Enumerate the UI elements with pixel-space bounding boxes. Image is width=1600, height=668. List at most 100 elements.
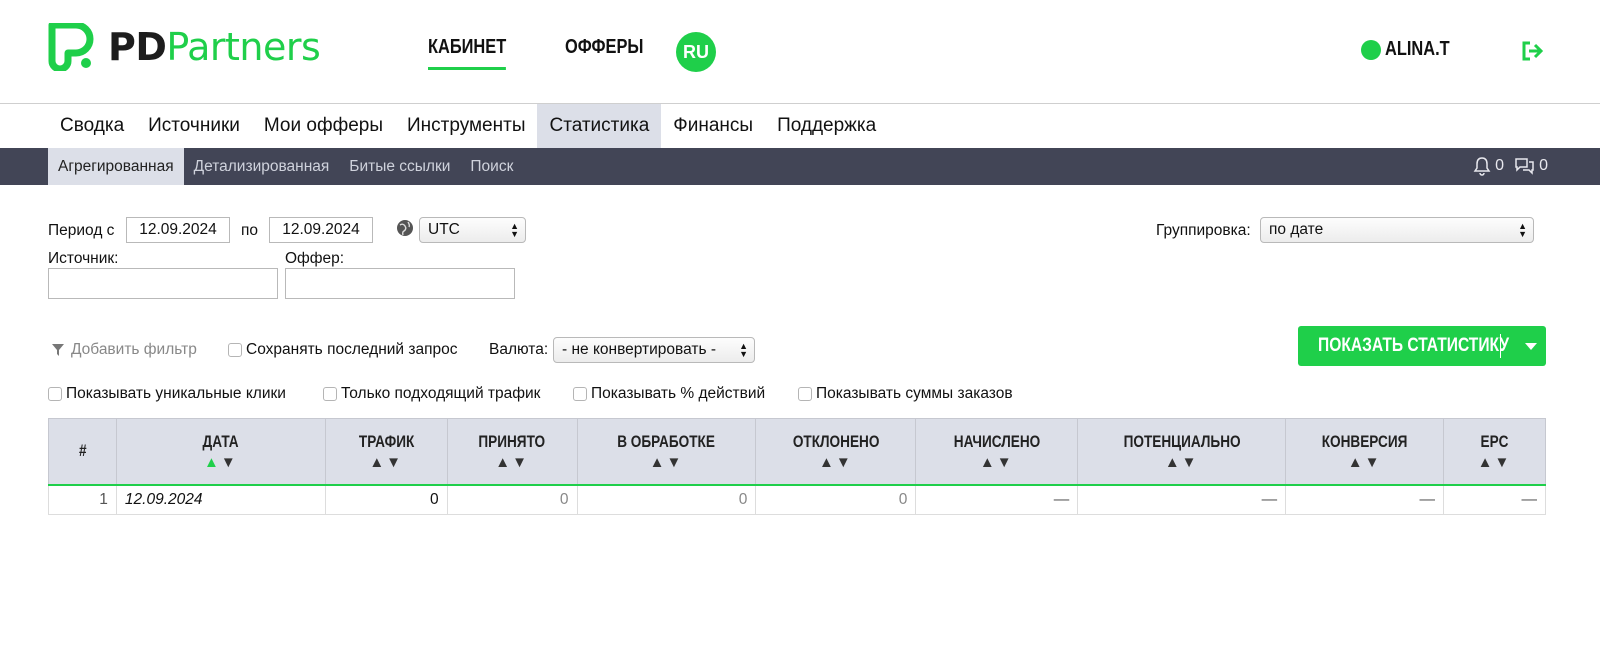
top-header: PDPartners КАБИНЕТ ОФФЕРЫ RU ALINA.T <box>0 0 1600 104</box>
sort-arrows-icon[interactable]: ▲▼ <box>756 454 915 471</box>
top-nav-offers[interactable]: ОФФЕРЫ <box>565 36 643 70</box>
offer-input[interactable] <box>285 268 515 299</box>
sub-nav-broken-links[interactable]: Битые ссылки <box>339 148 460 185</box>
sub-nav-search[interactable]: Поиск <box>460 148 523 185</box>
main-nav-my-offers[interactable]: Мои офферы <box>252 104 395 148</box>
bell-icon <box>1473 157 1491 176</box>
logo[interactable]: PDPartners <box>48 22 321 72</box>
main-nav-tools[interactable]: Инструменты <box>395 104 537 148</box>
source-label: Источник: <box>48 250 119 267</box>
action-percent-label: Показывать % действий <box>591 385 766 402</box>
checkbox-box[interactable] <box>573 387 587 401</box>
column-header-index: # <box>48 418 117 486</box>
main-nav: Сводка Источники Мои офферы Инструменты … <box>48 104 888 148</box>
grouping-select[interactable]: по дате ▲ ▼ <box>1260 217 1534 243</box>
sort-arrows-icon[interactable]: ▲▼ <box>448 454 577 471</box>
timezone-select[interactable]: UTC ▲ ▼ <box>419 217 526 243</box>
source-input[interactable] <box>48 268 278 299</box>
checkbox-box[interactable] <box>48 387 62 401</box>
sort-arrows-icon[interactable]: ▲▼ <box>1444 454 1545 471</box>
main-nav-summary[interactable]: Сводка <box>48 104 136 148</box>
unique-clicks-checkbox[interactable]: Показывать уникальные клики <box>48 385 286 403</box>
sub-nav: Агрегированная Детализированная Битые сс… <box>48 148 523 185</box>
notifications-button[interactable]: 0 <box>1473 156 1504 176</box>
cell-rejected: 0 <box>755 484 917 515</box>
logout-icon[interactable] <box>1520 40 1544 62</box>
currency-label: Валюта: <box>489 341 549 358</box>
sort-arrows-icon[interactable]: ▲▼ <box>578 454 756 471</box>
cell-processing: 0 <box>576 484 757 515</box>
column-header-processing[interactable]: В ОБРАБОТКЕ ▲▼ <box>576 418 757 486</box>
checkbox-box[interactable] <box>228 343 242 357</box>
matching-traffic-label: Только подходящий трафик <box>341 385 541 402</box>
matching-traffic-checkbox[interactable]: Только подходящий трафик <box>323 385 540 403</box>
column-header-accepted[interactable]: ПРИНЯТО ▲▼ <box>446 418 578 486</box>
select-arrows-icon: ▲ ▼ <box>739 341 748 359</box>
main-nav-sources[interactable]: Источники <box>136 104 252 148</box>
timezone-value: UTC <box>428 221 460 238</box>
save-last-query-checkbox[interactable]: Сохранять последний запрос <box>228 341 458 359</box>
offer-label: Оффер: <box>285 250 345 267</box>
column-header-potential[interactable]: ПОТЕНЦИАЛЬНО ▲▼ <box>1077 418 1287 486</box>
column-header-conversion[interactable]: КОНВЕРСИЯ ▲▼ <box>1285 418 1445 486</box>
show-statistics-button[interactable]: ПОКАЗАТЬ СТАТИСТИКУ <box>1298 326 1546 366</box>
user-name: ALINA.T <box>1385 38 1450 60</box>
period-from-input[interactable]: 12.09.2024 <box>126 217 230 243</box>
column-header-epc[interactable]: EPC ▲▼ <box>1443 418 1546 486</box>
sort-arrows-icon[interactable]: ▲▼ <box>916 454 1077 471</box>
messages-button[interactable]: 0 <box>1513 156 1548 176</box>
cell-epc: — <box>1443 484 1546 515</box>
logo-text: PDPartners <box>108 25 321 69</box>
column-header-date[interactable]: ДАТА ▲▼ <box>115 418 326 486</box>
select-arrows-icon: ▲ ▼ <box>510 221 519 239</box>
funnel-icon <box>52 344 64 356</box>
cell-traffic: 0 <box>324 484 448 515</box>
cell-conversion: — <box>1285 484 1445 515</box>
select-arrows-icon: ▲ ▼ <box>1518 221 1527 239</box>
chat-icon <box>1515 158 1534 175</box>
top-nav: КАБИНЕТ ОФФЕРЫ <box>428 36 661 70</box>
top-nav-cabinet[interactable]: КАБИНЕТ <box>428 36 507 70</box>
table-row: 1 12.09.2024 0 0 0 0 — — — — <box>48 484 1546 515</box>
globe-icon <box>397 220 413 236</box>
main-nav-statistics[interactable]: Статистика <box>537 104 662 148</box>
grouping-value: по дате <box>1269 221 1324 238</box>
currency-select[interactable]: - не конвертировать - ▲ ▼ <box>553 337 755 363</box>
main-nav-support[interactable]: Поддержка <box>765 104 888 148</box>
sort-arrows-icon[interactable]: ▲▼ <box>1286 454 1443 471</box>
checkbox-box[interactable] <box>798 387 812 401</box>
cell-index: 1 <box>48 484 117 515</box>
language-button[interactable]: RU <box>676 32 716 72</box>
user-menu[interactable]: ALINA.T <box>1361 38 1464 61</box>
period-from-label: Период с <box>48 222 115 239</box>
show-statistics-label: ПОКАЗАТЬ СТАТИСТИКУ <box>1318 335 1510 356</box>
order-sums-checkbox[interactable]: Показывать суммы заказов <box>798 385 1013 403</box>
save-last-query-label: Сохранять последний запрос <box>246 341 458 358</box>
statistics-table: # ДАТА ▲▼ ТРАФИК ▲▼ ПРИНЯТО ▲▼ В ОБРАБОТКЕ ▲… <box>48 418 1546 515</box>
column-header-traffic[interactable]: ТРАФИК ▲▼ <box>324 418 448 486</box>
grouping-label: Группировка: <box>1156 222 1251 239</box>
order-sums-label: Показывать суммы заказов <box>816 385 1013 402</box>
cell-potential: — <box>1077 484 1287 515</box>
column-header-accrued[interactable]: НАЧИСЛЕНО ▲▼ <box>915 418 1079 486</box>
cell-accepted: 0 <box>446 484 578 515</box>
checkbox-box[interactable] <box>323 387 337 401</box>
status-dot-icon <box>1361 39 1382 60</box>
cell-accrued: — <box>915 484 1079 515</box>
sub-nav-aggregated[interactable]: Агрегированная <box>48 148 184 185</box>
add-filter-label: Добавить фильтр <box>71 341 197 358</box>
column-header-rejected[interactable]: ОТКЛОНЕНО ▲▼ <box>755 418 917 486</box>
main-nav-finance[interactable]: Финансы <box>661 104 765 148</box>
period-to-input[interactable]: 12.09.2024 <box>269 217 373 243</box>
unique-clicks-label: Показывать уникальные клики <box>66 385 286 402</box>
add-filter-button[interactable]: Добавить фильтр <box>52 341 197 359</box>
logo-mark-icon <box>48 23 94 71</box>
action-percent-checkbox[interactable]: Показывать % действий <box>573 385 765 403</box>
chevron-down-icon[interactable] <box>1525 342 1537 350</box>
sort-arrows-icon[interactable]: ▲▼ <box>117 454 325 471</box>
sub-nav-detailed[interactable]: Детализированная <box>184 148 340 185</box>
notifications-count: 0 <box>1495 157 1504 174</box>
sub-nav-bar: Агрегированная Детализированная Битые сс… <box>0 148 1600 185</box>
sort-arrows-icon[interactable]: ▲▼ <box>326 454 447 471</box>
sort-arrows-icon[interactable]: ▲▼ <box>1078 454 1285 471</box>
